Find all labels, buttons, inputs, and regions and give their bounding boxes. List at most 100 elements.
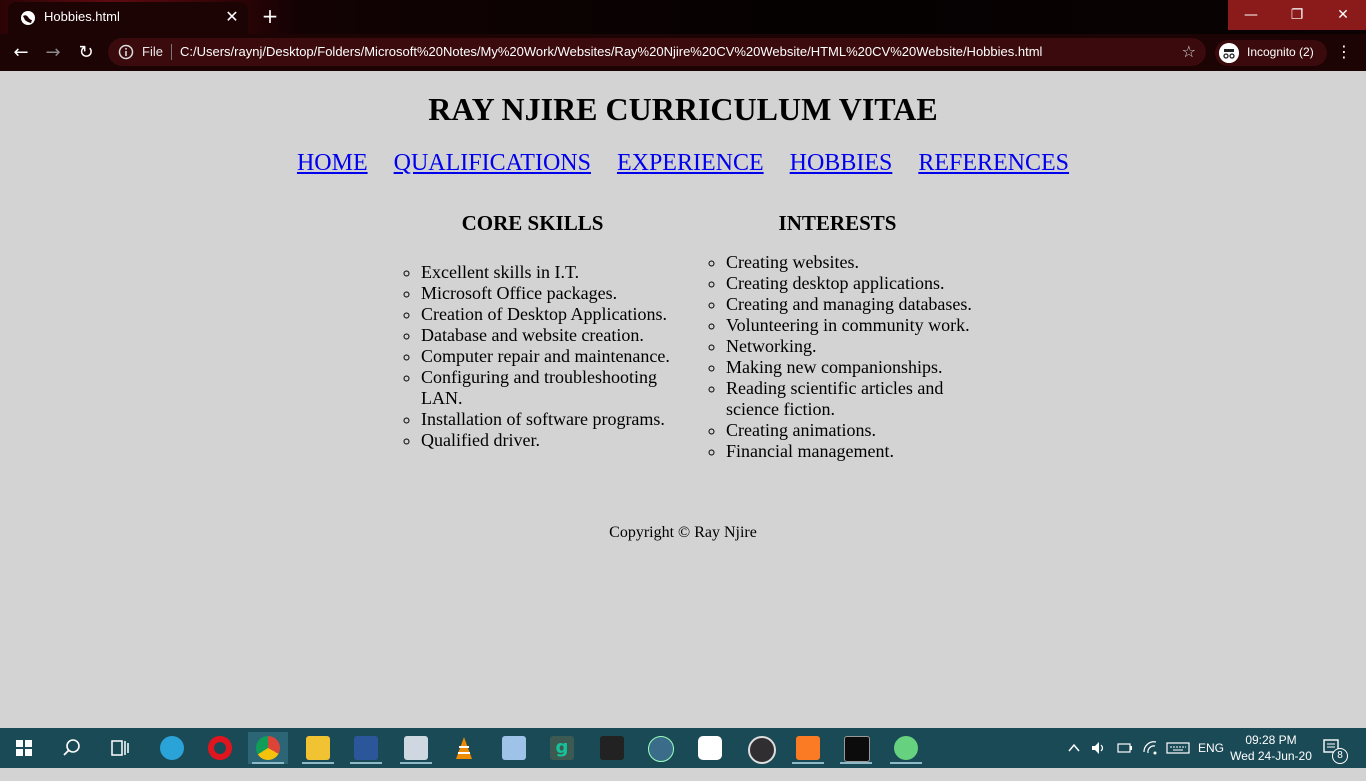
taskbar-app[interactable]: g — [542, 732, 582, 764]
taskbar-app[interactable] — [396, 732, 436, 764]
keyboard-icon — [1166, 742, 1190, 754]
list-item: Microsoft Office packages. — [421, 283, 670, 304]
page-content: RAY NJIRE CURRICULUM VITAE HOME QUALIFIC… — [0, 71, 1366, 728]
new-tab-button[interactable]: + — [258, 5, 282, 29]
taskbar-app[interactable] — [886, 732, 926, 764]
list-item: Qualified driver. — [421, 430, 670, 451]
battery-icon — [1117, 743, 1132, 753]
terminal-icon — [844, 736, 870, 762]
list-item: Networking. — [726, 336, 975, 357]
kebab-menu-icon[interactable]: ⋮ — [1336, 40, 1352, 66]
url-text[interactable]: C:/Users/raynj/Desktop/Folders/Microsoft… — [180, 44, 1042, 59]
search-button[interactable] — [52, 732, 92, 764]
tab-close-icon[interactable]: ✕ — [222, 7, 242, 27]
restore-button[interactable]: ❐ — [1274, 0, 1320, 30]
windows-taskbar: g ENG 09:28 PM Wed 24-Jun-20 8 — [0, 728, 1366, 768]
list-item: Creation of Desktop Applications. — [421, 304, 670, 325]
incognito-icon — [1219, 43, 1239, 63]
clock[interactable]: 09:28 PM Wed 24-Jun-20 — [1226, 732, 1316, 764]
nav-link-references[interactable]: REFERENCES — [918, 150, 1069, 176]
interests-list: Creating websites. Creating desktop appl… — [700, 252, 975, 462]
main-nav: HOME QUALIFICATIONS EXPERIENCE HOBBIES R… — [0, 150, 1366, 177]
atom-icon — [894, 736, 918, 760]
nav-link-home[interactable]: HOME — [297, 150, 368, 176]
grammarly-icon: g — [550, 736, 574, 760]
list-item: Making new companionships. — [726, 357, 975, 378]
nav-link-experience[interactable]: EXPERIENCE — [617, 150, 764, 176]
opera-icon — [208, 736, 232, 760]
taskbar-app[interactable] — [740, 732, 780, 764]
info-icon[interactable] — [118, 44, 134, 60]
running-indicator — [302, 762, 334, 764]
running-indicator — [840, 762, 872, 764]
show-hidden-icons[interactable] — [1066, 740, 1082, 780]
incognito-button[interactable]: Incognito (2) — [1215, 40, 1327, 66]
address-divider — [171, 44, 172, 60]
tab-title: Hobbies.html — [44, 9, 120, 24]
globe-icon — [21, 11, 35, 25]
search-icon — [63, 739, 80, 756]
taskbar-app[interactable] — [298, 732, 338, 764]
chrome-icon — [256, 736, 280, 760]
list-item: Database and website creation. — [421, 325, 670, 346]
list-item: Excellent skills in I.T. — [421, 262, 670, 283]
taskbar-app[interactable] — [494, 732, 534, 764]
list-item: Installation of software programs. — [421, 409, 670, 430]
taskbar-app[interactable] — [836, 732, 876, 764]
taskbar-app[interactable] — [788, 732, 828, 764]
list-item: Computer repair and maintenance. — [421, 346, 670, 367]
taskbar-app[interactable] — [640, 732, 680, 764]
task-view-icon — [111, 740, 129, 756]
volume-icon — [1092, 742, 1104, 754]
active-indicator — [252, 762, 284, 764]
taskbar-app[interactable] — [152, 732, 192, 764]
nav-link-hobbies[interactable]: HOBBIES — [790, 150, 893, 176]
forward-icon[interactable]: → — [40, 40, 66, 66]
clock-date: Wed 24-Jun-20 — [1230, 749, 1312, 763]
address-bar[interactable]: File C:/Users/raynj/Desktop/Folders/Micr… — [108, 38, 1206, 66]
taskbar-app-active[interactable] — [248, 732, 288, 764]
action-center-button[interactable]: 8 — [1322, 738, 1348, 778]
core-skills-section: CORE SKILLS Excellent skills in I.T. Mic… — [395, 211, 670, 451]
list-item: Creating animations. — [726, 420, 975, 441]
active-tab[interactable]: Hobbies.html ✕ — [8, 2, 248, 34]
list-item: Volunteering in community work. — [726, 315, 975, 336]
bookmark-star-icon[interactable]: ☆ — [1182, 42, 1196, 61]
battery-button[interactable] — [1116, 740, 1134, 780]
minimize-button[interactable]: — — [1228, 0, 1274, 30]
wifi-icon — [1143, 741, 1157, 755]
taskbar-app[interactable] — [346, 732, 386, 764]
notification-badge: 8 — [1332, 748, 1348, 764]
close-window-button[interactable]: ✕ — [1320, 0, 1366, 30]
running-indicator — [792, 762, 824, 764]
obs-icon — [748, 736, 776, 764]
interests-heading: INTERESTS — [778, 211, 897, 235]
vlc-icon — [456, 737, 472, 759]
clock-time: 09:28 PM — [1245, 733, 1297, 747]
running-indicator — [400, 762, 432, 764]
reload-icon[interactable]: ↻ — [73, 40, 99, 66]
task-view-button[interactable] — [100, 732, 140, 764]
list-item: Creating websites. — [726, 252, 975, 273]
running-indicator — [350, 762, 382, 764]
taskbar-app[interactable] — [200, 732, 240, 764]
incognito-label: Incognito (2) — [1247, 45, 1314, 59]
xampp-icon — [796, 736, 820, 760]
taskbar-app[interactable] — [690, 732, 730, 764]
list-item: Creating and managing databases. — [726, 294, 975, 315]
taskbar-app[interactable] — [444, 732, 484, 764]
taskbar-app[interactable] — [592, 732, 632, 764]
start-button[interactable] — [4, 732, 44, 764]
list-item: Reading scientific articles and science … — [726, 378, 975, 420]
running-indicator — [890, 762, 922, 764]
input-language[interactable]: ENG — [1198, 741, 1224, 781]
virtualbox-icon — [502, 736, 526, 760]
nav-link-qualifications[interactable]: QUALIFICATIONS — [394, 150, 591, 176]
touch-keyboard-button[interactable] — [1166, 740, 1190, 780]
app-shield-icon — [698, 736, 722, 760]
jetpack-icon — [600, 736, 624, 760]
volume-button[interactable] — [1090, 740, 1108, 780]
back-icon[interactable]: ← — [8, 40, 34, 66]
network-button[interactable] — [1142, 740, 1160, 780]
core-skills-heading: CORE SKILLS — [461, 211, 604, 235]
